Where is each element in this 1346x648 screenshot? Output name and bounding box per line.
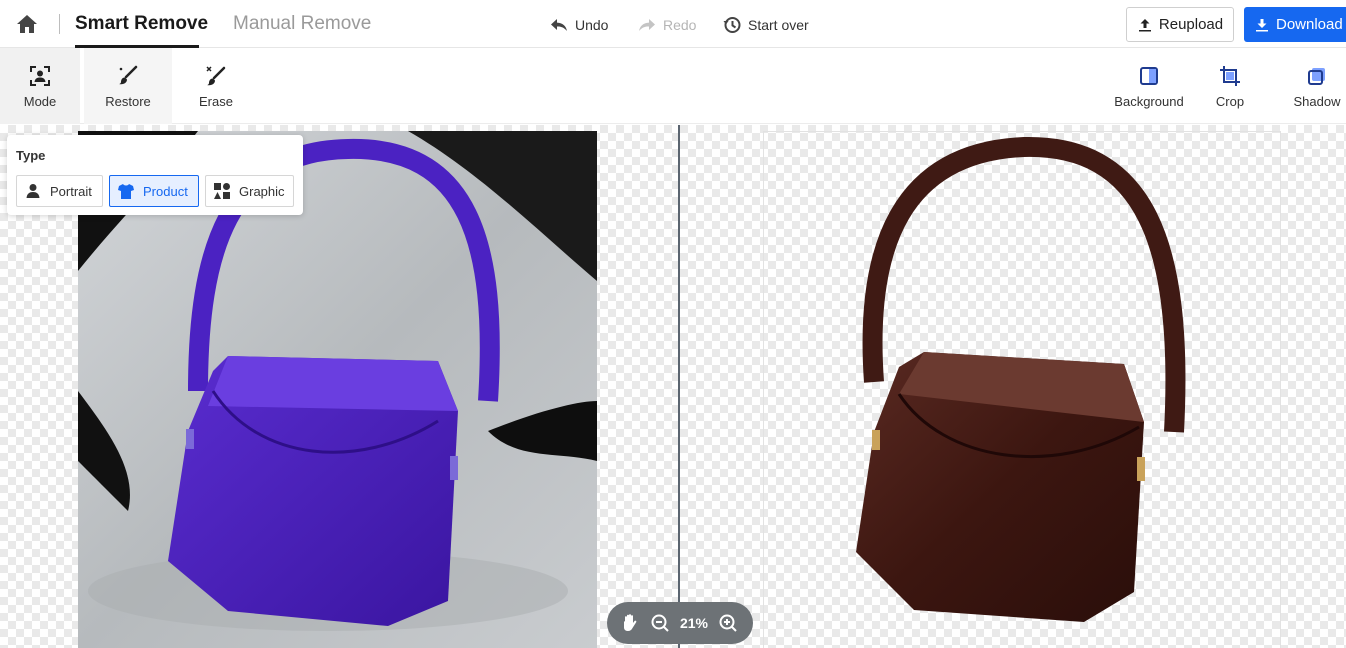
crop-icon	[1220, 65, 1240, 86]
background-tool[interactable]: Background	[1106, 48, 1192, 124]
zoom-control: 21%	[607, 602, 753, 644]
download-label: Download	[1276, 16, 1343, 33]
reupload-label: Reupload	[1158, 16, 1224, 33]
erase-label: Erase	[199, 93, 233, 109]
type-panel-title: Type	[16, 148, 46, 163]
background-icon	[1140, 66, 1158, 85]
start-over-button[interactable]: Start over	[722, 15, 809, 35]
background-label: Background	[1114, 93, 1184, 109]
shadow-label: Shadow	[1293, 93, 1341, 109]
hand-icon[interactable]	[619, 612, 641, 634]
redo-button[interactable]: Redo	[637, 15, 696, 35]
reupload-button[interactable]: Reupload	[1126, 7, 1234, 42]
history-icon	[723, 17, 741, 33]
shirt-icon	[118, 184, 134, 199]
redo-icon	[639, 19, 655, 31]
result-image	[763, 131, 1281, 648]
zoom-in-icon[interactable]	[717, 612, 739, 634]
portrait-label: Portrait	[50, 183, 92, 199]
start-over-label: Start over	[748, 17, 809, 33]
shadow-tool[interactable]: Shadow	[1288, 48, 1346, 124]
crop-label: Crop	[1215, 93, 1245, 109]
download-button[interactable]: Download	[1244, 7, 1346, 42]
tab-smart-remove[interactable]: Smart Remove	[75, 13, 208, 35]
undo-icon	[551, 19, 567, 31]
mode-tool[interactable]: Mode	[0, 48, 80, 124]
portrait-icon	[26, 184, 40, 198]
result-photo-artwork	[856, 136, 1186, 622]
restore-tool[interactable]: Restore	[84, 48, 172, 124]
crop-tool[interactable]: Crop	[1205, 48, 1255, 124]
zoom-out-icon[interactable]	[649, 612, 671, 634]
type-option-portrait[interactable]: Portrait	[16, 175, 103, 207]
restore-icon	[119, 65, 138, 84]
mode-icon	[30, 65, 50, 86]
shadow-icon	[1308, 67, 1325, 85]
top-bar: Smart Remove Manual Remove Undo Redo Sta…	[0, 0, 1346, 48]
header-divider	[59, 14, 60, 34]
type-option-product[interactable]: Product	[109, 175, 199, 207]
compare-divider[interactable]	[678, 125, 680, 648]
download-icon	[1256, 18, 1268, 31]
erase-tool[interactable]: Erase	[180, 48, 252, 124]
home-icon[interactable]	[14, 12, 40, 36]
upload-icon	[1138, 18, 1151, 31]
erase-icon	[206, 65, 226, 85]
undo-label: Undo	[575, 17, 609, 33]
mode-label: Mode	[23, 93, 57, 109]
redo-label: Redo	[663, 17, 697, 33]
tab-manual-remove[interactable]: Manual Remove	[233, 13, 371, 35]
type-option-graphic[interactable]: Graphic	[205, 175, 294, 207]
tool-bar: Mode Restore Erase Background Crop Shado…	[0, 48, 1346, 124]
undo-button[interactable]: Undo	[549, 15, 608, 35]
shapes-icon	[214, 183, 230, 199]
graphic-label: Graphic	[239, 183, 285, 199]
restore-label: Restore	[105, 93, 151, 109]
type-panel: Type Portrait Product Graphic	[7, 135, 303, 215]
zoom-level: 21%	[679, 615, 709, 631]
product-label: Product	[143, 183, 188, 199]
